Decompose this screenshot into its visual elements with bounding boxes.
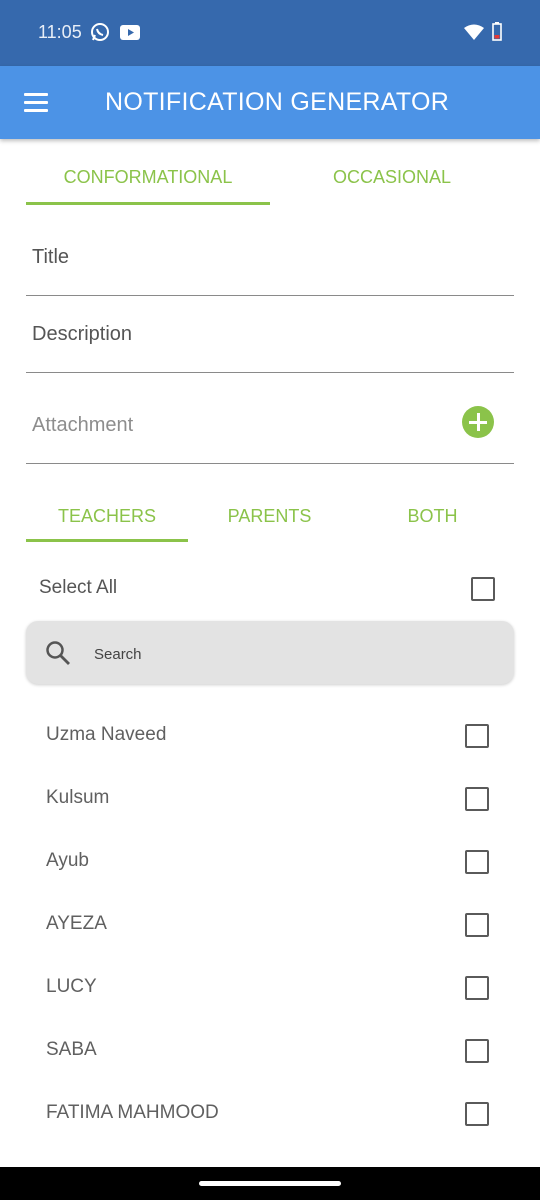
list-item[interactable]: Ayub [26,830,514,893]
recipient-name: LUCY [46,976,97,997]
title-field[interactable]: Title [26,220,514,296]
list-item[interactable]: Uzma Naveed [26,704,514,767]
hamburger-menu-icon[interactable] [24,93,48,113]
recipient-name: SABA [46,1039,97,1060]
app-bar: NOTIFICATION GENERATOR [0,66,540,139]
list-item[interactable]: Kulsum [26,767,514,830]
recipient-name: Ayub [46,850,89,871]
tab-teachers[interactable]: TEACHERS [26,490,188,542]
system-nav-bar [0,1167,540,1200]
tab-both[interactable]: BOTH [351,490,514,542]
search-input[interactable] [92,639,496,669]
recipient-name: AYEZA [46,913,107,934]
description-field-label: Description [32,323,133,345]
recipient-checkbox[interactable] [465,850,489,874]
tab-occasional[interactable]: OCCASIONAL [270,150,514,205]
add-attachment-icon[interactable] [462,406,494,438]
attachment-field: Attachment [26,373,514,464]
description-field[interactable]: Description [26,296,514,373]
recipient-checkbox[interactable] [465,1102,489,1126]
attachment-label: Attachment [32,414,134,436]
page-title: NOTIFICATION GENERATOR [105,88,450,116]
recipient-checkbox[interactable] [465,913,489,937]
audience-tabs: TEACHERS PARENTS BOTH [26,490,514,542]
list-item[interactable]: LUCY [26,956,514,1019]
list-item[interactable]: AYEZA [26,893,514,956]
recipient-checkbox[interactable] [465,976,489,1000]
recipient-checkbox[interactable] [465,1039,489,1063]
wifi-icon [464,24,484,40]
whatsapp-icon [91,23,109,41]
select-all-label: Select All [39,577,118,598]
battery-low-icon [492,22,502,41]
status-time: 11:05 [38,22,82,42]
status-bar: 11:05 [0,0,540,66]
recipient-list: Uzma Naveed Kulsum Ayub AYEZA LUCY SABA … [26,704,514,1145]
notification-type-tabs: CONFORMATIONAL OCCASIONAL [26,150,514,205]
title-field-label: Title [32,246,70,268]
home-gesture-bar[interactable] [199,1181,341,1186]
search-bar [26,621,514,684]
tab-parents[interactable]: PARENTS [188,490,351,542]
youtube-icon [120,25,140,40]
recipient-name: Kulsum [46,787,110,808]
select-all-checkbox[interactable] [471,577,495,601]
tab-conformational[interactable]: CONFORMATIONAL [26,150,270,205]
list-item[interactable]: FATIMA MAHMOOD [26,1082,514,1145]
search-icon [46,641,70,665]
recipient-name: Uzma Naveed [46,724,167,745]
select-all-row: Select All [26,560,514,616]
recipient-checkbox[interactable] [465,787,489,811]
recipient-checkbox[interactable] [465,724,489,748]
recipient-name: FATIMA MAHMOOD [46,1102,219,1123]
list-item[interactable]: SABA [26,1019,514,1082]
